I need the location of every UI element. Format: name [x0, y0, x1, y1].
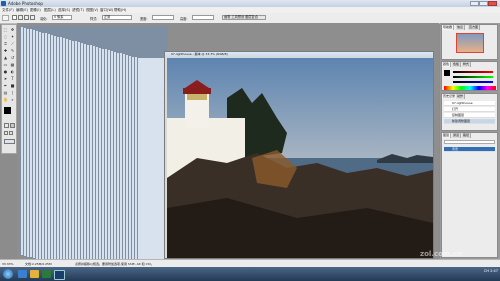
minimize-button[interactable] [470, 1, 479, 6]
path-selection-tool-icon[interactable]: ➤ [3, 76, 8, 81]
document-size[interactable]: 文档:2.25M/2.25M [25, 262, 52, 266]
lasso-tool-icon[interactable]: ◌ [3, 34, 8, 39]
magic-wand-tool-icon[interactable]: ✦ [10, 34, 15, 39]
title-bar: Adobe Photoshop [0, 0, 500, 7]
blue-slider[interactable] [453, 81, 493, 83]
tab-channels[interactable]: 通道 [452, 133, 462, 138]
feather-label: 羽化: [40, 16, 48, 21]
language-indicator[interactable]: CH [484, 269, 489, 273]
tab-color[interactable]: 颜色 [442, 62, 452, 67]
height-input[interactable] [192, 15, 214, 20]
blend-mode-select[interactable] [444, 140, 495, 144]
tab-histogram[interactable]: 直方图 [468, 25, 481, 30]
history-item[interactable]: 打开 [444, 107, 495, 112]
history-item[interactable]: 复制图层 [444, 113, 495, 118]
foreground-color-swatch[interactable] [4, 107, 11, 114]
navigator-thumbnail[interactable] [456, 33, 484, 53]
tab-paths[interactable]: 路径 [462, 133, 472, 138]
quick-mask-icon[interactable] [10, 123, 15, 128]
lighthouse-photo [167, 58, 433, 258]
width-label: 宽度: [140, 16, 148, 21]
history-panel: 历史记录 动作 07-lighthouse 打开 复制图层 新建调整图层 [441, 93, 498, 131]
watermark: zol.com.cn [420, 250, 462, 258]
feather-input[interactable]: 0 像素 [52, 15, 72, 20]
maximize-button[interactable] [479, 1, 488, 6]
system-tray: CH 2:47 [484, 269, 498, 273]
window-title: Adobe Photoshop [8, 1, 43, 6]
status-hint: 点按并拖移以框选。要用附加选项,使用 Shift, Alt 和 Ctrl。 [75, 262, 154, 266]
tab-layers[interactable]: 图层 [442, 133, 452, 138]
panel-well[interactable]: 画笔 工具预设 图层复合 [222, 15, 266, 20]
eraser-tool-icon[interactable]: ▭ [3, 62, 8, 67]
shape-tool-icon[interactable]: ■ [10, 83, 15, 88]
pen-tool-icon[interactable]: ✒ [3, 83, 8, 88]
explorer-icon[interactable] [30, 270, 39, 278]
blur-tool-icon[interactable]: ● [3, 69, 8, 74]
tab-swatches[interactable]: 色板 [452, 62, 462, 67]
zoom-tool-icon[interactable]: ⌕ [10, 97, 15, 102]
photoshop-app-icon [1, 1, 6, 6]
type-tool-icon[interactable]: T [10, 76, 15, 81]
red-slider[interactable] [453, 71, 493, 73]
tab-styles[interactable]: 样式 [462, 62, 472, 67]
cascaded-windows [18, 24, 168, 260]
eyedropper-tool-icon[interactable]: ⟆ [10, 90, 15, 95]
tab-history[interactable]: 历史记录 [442, 94, 458, 99]
color-panel: 颜色 色板 样式 [441, 61, 498, 91]
zoom-level[interactable]: 33.33% [2, 262, 13, 266]
clone-stamp-tool-icon[interactable]: ▲ [3, 55, 8, 60]
navigator-panel: 导航器 信息 直方图 [441, 24, 498, 60]
tab-actions[interactable]: 动作 [456, 94, 466, 99]
style-label: 样式: [90, 16, 98, 21]
green-slider[interactable] [453, 76, 493, 78]
notes-tool-icon[interactable]: ▤ [3, 90, 8, 95]
style-select[interactable]: 正常 [102, 15, 132, 20]
history-brush-tool-icon[interactable]: ↺ [10, 55, 15, 60]
move-tool-icon[interactable]: ✥ [10, 27, 15, 32]
ie-icon[interactable] [18, 270, 27, 278]
color-ramp[interactable] [444, 86, 496, 90]
clock[interactable]: 2:47 [490, 269, 498, 273]
document-title: 07-lighthouse - 副本 @ 33.3% (RGB/8) [165, 52, 433, 57]
height-label: 高度: [180, 16, 188, 21]
intersect-selection-icon[interactable] [30, 15, 35, 20]
gradient-tool-icon[interactable]: ▦ [10, 62, 15, 67]
document-window[interactable]: 07-lighthouse - 副本 @ 33.3% (RGB/8) [164, 51, 434, 259]
width-input[interactable] [152, 15, 174, 20]
healing-brush-tool-icon[interactable]: ✚ [3, 48, 8, 53]
brush-tool-icon[interactable]: ✎ [10, 48, 15, 53]
close-button[interactable] [488, 1, 497, 6]
screen-mode-standard-icon[interactable] [4, 131, 8, 135]
marquee-tool-preset-icon[interactable] [2, 15, 9, 21]
marquee-tool-icon[interactable]: ⬚ [3, 27, 8, 32]
panel-foreground-swatch[interactable] [444, 70, 450, 76]
media-icon[interactable] [42, 270, 51, 278]
tab-info[interactable]: 信息 [456, 25, 466, 30]
add-selection-icon[interactable] [18, 15, 23, 20]
history-item[interactable]: 新建调整图层 [444, 119, 495, 124]
layers-panel: 图层 通道 路径 背景 [441, 132, 498, 258]
photoshop-taskbar-icon[interactable] [54, 270, 65, 280]
start-button[interactable] [3, 269, 13, 279]
slice-tool-icon[interactable]: ⟋ [10, 41, 15, 46]
subtract-selection-icon[interactable] [24, 15, 29, 20]
panel-dock: 导航器 信息 直方图 颜色 色板 样式 历史记录 动作 07-lighthous… [440, 23, 500, 259]
new-selection-icon[interactable] [12, 15, 17, 20]
crop-tool-icon[interactable]: ⌗ [3, 41, 8, 46]
taskbar: CH 2:47 [0, 267, 500, 281]
standard-mode-icon[interactable] [4, 123, 9, 128]
toolbox: ⬚ ✥ ◌ ✦ ⌗ ⟋ ✚ ✎ ▲ ↺ ▭ ▦ ● ◐ ➤ T ✒ ■ ▤ ⟆ … [1, 24, 17, 154]
tab-navigator[interactable]: 导航器 [442, 25, 455, 30]
hand-tool-icon[interactable]: ✋ [3, 97, 8, 102]
screen-mode-full-icon[interactable] [9, 131, 13, 135]
dodge-tool-icon[interactable]: ◐ [10, 69, 15, 74]
history-item[interactable]: 07-lighthouse [444, 101, 495, 106]
layer-row[interactable]: 背景 [444, 147, 495, 152]
jump-to-imageready-icon[interactable] [4, 139, 15, 144]
